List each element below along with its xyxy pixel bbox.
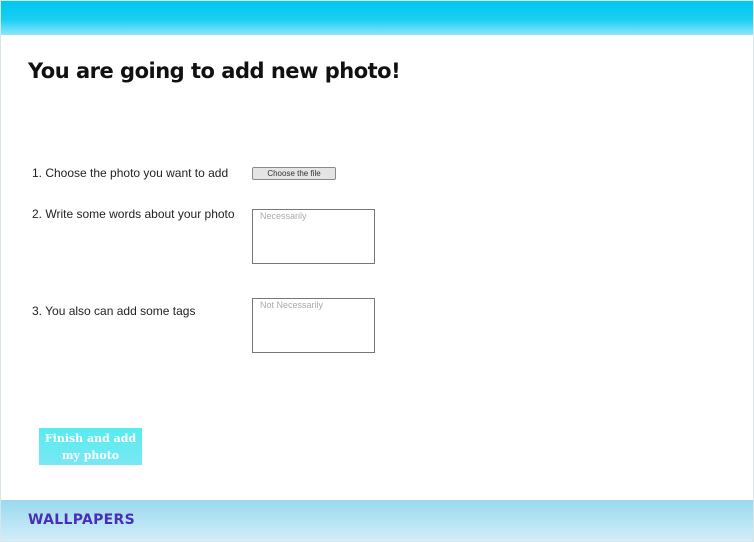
footer-logo-link[interactable]: WALLPAPERS: [28, 512, 135, 528]
finish-button-line-1: Finish and add: [44, 431, 137, 445]
page-frame: You are going to add new photo! 1. Choos…: [0, 0, 754, 542]
header-bar: [1, 1, 753, 35]
step-1-label: 1. Choose the photo you want to add: [32, 166, 229, 180]
step-3-label: 3. You also can add some tags: [32, 304, 196, 318]
tags-textarea[interactable]: [252, 298, 375, 353]
step-2-label: 2. Write some words about your photo: [32, 207, 235, 221]
description-textarea[interactable]: [252, 209, 375, 264]
page-title: You are going to add new photo!: [28, 59, 401, 83]
finish-add-photo-button[interactable]: Finish and add my photo: [39, 428, 142, 465]
finish-button-line-2: my photo: [61, 448, 120, 462]
footer-bar: WALLPAPERS: [1, 500, 753, 541]
choose-file-button[interactable]: Choose the file: [252, 167, 336, 180]
